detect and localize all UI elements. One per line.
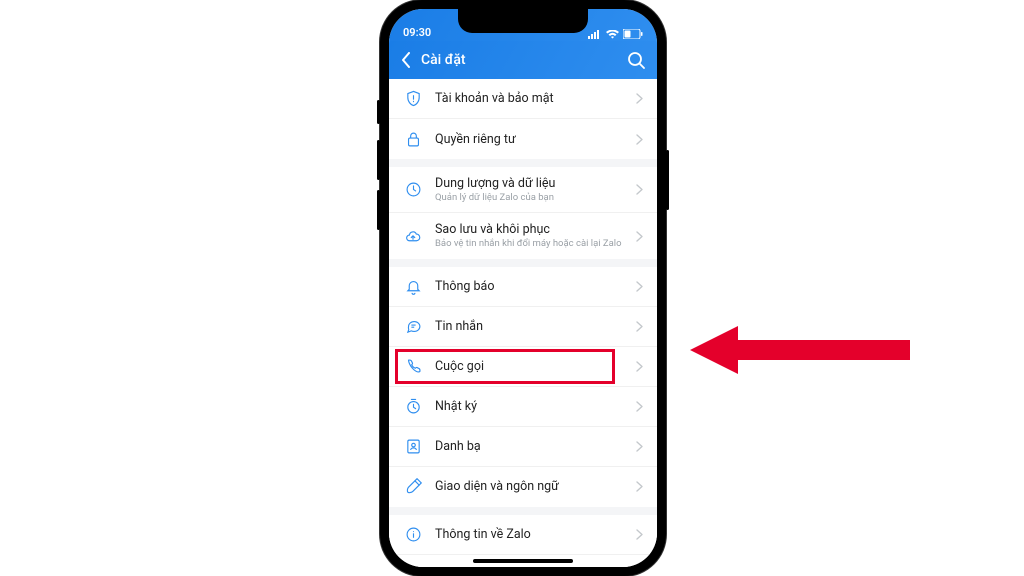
row-label: Nhật ký: [435, 399, 630, 414]
settings-row[interactable]: Dung lượng và dữ liệuQuản lý dữ liệu Zal…: [389, 167, 657, 213]
phone-side-button: [377, 100, 380, 124]
settings-row[interactable]: Quyền riêng tư: [389, 119, 657, 159]
row-text: Quyền riêng tư: [435, 132, 630, 147]
settings-row[interactable]: Nhật ký: [389, 387, 657, 427]
row-text: Thông báo: [435, 279, 630, 294]
clock-icon: [403, 181, 423, 198]
back-icon[interactable]: [401, 52, 411, 68]
settings-row[interactable]: Thông tin về Zalo: [389, 515, 657, 555]
settings-row[interactable]: Tài khoản và bảo mật: [389, 79, 657, 119]
settings-group: Tài khoản và bảo mật Quyền riêng tư: [389, 79, 657, 159]
row-subtitle: Quản lý dữ liệu Zalo của bạn: [435, 192, 630, 203]
signal-icon: [588, 30, 602, 39]
phone-notch: [458, 9, 588, 33]
phone-side-button: [377, 190, 380, 230]
row-label: Danh bạ: [435, 439, 630, 454]
chevron-right-icon: [636, 357, 643, 376]
shield-icon: [403, 90, 423, 107]
timer-icon: [403, 398, 423, 415]
row-label: Giao diện và ngôn ngữ: [435, 479, 630, 494]
row-text: Sao lưu và khôi phụcBảo vệ tin nhắn khi …: [435, 222, 630, 249]
settings-group: Dung lượng và dữ liệuQuản lý dữ liệu Zal…: [389, 167, 657, 259]
row-label: Thông tin về Zalo: [435, 527, 630, 542]
lock-icon: [403, 131, 423, 148]
home-indicator: [473, 559, 573, 563]
row-text: Giao diện và ngôn ngữ: [435, 479, 630, 494]
page-title: Cài đặt: [421, 52, 617, 68]
status-time: 09:30: [403, 26, 431, 39]
row-label: Dung lượng và dữ liệu: [435, 176, 630, 191]
help-icon: [403, 566, 423, 567]
chevron-right-icon: [636, 317, 643, 336]
settings-row[interactable]: Giao diện và ngôn ngữ: [389, 467, 657, 507]
row-text: Nhật ký: [435, 399, 630, 414]
chevron-right-icon: [636, 130, 643, 149]
row-text: Tài khoản và bảo mật: [435, 91, 630, 106]
phone-frame: 09:30 Cài đặt Tài khoản và bảo mật Quyền …: [380, 0, 666, 576]
chevron-right-icon: [636, 89, 643, 108]
row-label: Quyền riêng tư: [435, 132, 630, 147]
chevron-right-icon: [636, 525, 643, 544]
row-label: Tin nhắn: [435, 319, 630, 334]
row-label: Sao lưu và khôi phục: [435, 222, 630, 237]
chevron-right-icon: [636, 565, 643, 567]
row-text: Tin nhắn: [435, 319, 630, 334]
row-label: Thông báo: [435, 279, 630, 294]
app-header: Cài đặt: [389, 41, 657, 79]
settings-group: Thông báo Tin nhắn Cuộc gọi Nhật ký Danh bạ G…: [389, 267, 657, 507]
row-text: Thông tin về Zalo: [435, 527, 630, 542]
row-text: Danh bạ: [435, 439, 630, 454]
phone-screen: 09:30 Cài đặt Tài khoản và bảo mật Quyền …: [389, 9, 657, 567]
battery-icon: [623, 29, 643, 39]
chevron-right-icon: [636, 227, 643, 246]
chevron-right-icon: [636, 180, 643, 199]
row-subtitle: Bảo vệ tin nhắn khi đổi máy hoặc cài lại…: [435, 238, 630, 249]
settings-row[interactable]: Sao lưu và khôi phụcBảo vệ tin nhắn khi …: [389, 213, 657, 258]
settings-row[interactable]: Tin nhắn: [389, 307, 657, 347]
cloud-icon: [403, 228, 423, 245]
settings-list: Tài khoản và bảo mật Quyền riêng tư Dung l…: [389, 79, 657, 567]
row-label: Cuộc gọi: [435, 359, 630, 374]
row-text: Dung lượng và dữ liệuQuản lý dữ liệu Zal…: [435, 176, 630, 203]
chevron-right-icon: [636, 277, 643, 296]
wifi-icon: [606, 30, 619, 39]
phone-icon: [403, 358, 423, 375]
chevron-right-icon: [636, 397, 643, 416]
search-icon[interactable]: [627, 51, 645, 69]
brush-icon: [403, 478, 423, 495]
phone-side-button: [666, 150, 669, 210]
phone-side-button: [377, 140, 380, 180]
row-label: Tài khoản và bảo mật: [435, 91, 630, 106]
settings-row[interactable]: Danh bạ: [389, 427, 657, 467]
contacts-icon: [403, 438, 423, 455]
info-icon: [403, 526, 423, 543]
bell-icon: [403, 278, 423, 295]
chevron-right-icon: [636, 477, 643, 496]
message-icon: [403, 318, 423, 335]
row-text: Cuộc gọi: [435, 359, 630, 374]
chevron-right-icon: [636, 437, 643, 456]
annotation-arrow: [690, 322, 910, 378]
settings-row[interactable]: Cuộc gọi: [389, 347, 657, 387]
settings-row[interactable]: Thông báo: [389, 267, 657, 307]
